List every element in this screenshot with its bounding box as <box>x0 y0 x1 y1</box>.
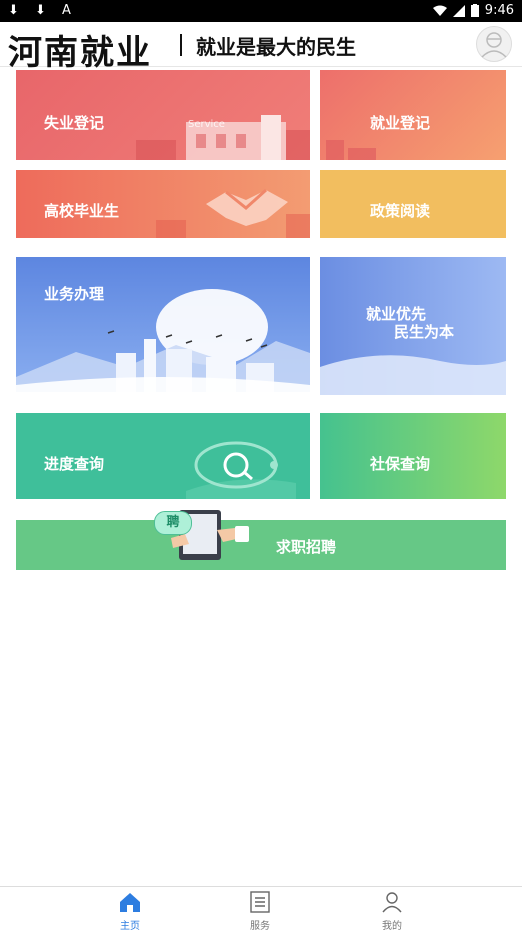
employment-label: 就业登记 <box>370 114 431 132</box>
home-icon <box>120 893 140 912</box>
blocks-illustration <box>156 214 310 238</box>
policy-reading-tile[interactable]: 政策阅读 <box>320 170 506 238</box>
nav-mine-label: 我的 <box>382 921 402 932</box>
user-avatar[interactable] <box>476 26 512 62</box>
social-security-tile[interactable]: 社保查询 <box>320 413 506 499</box>
business-label: 业务办理 <box>44 285 105 303</box>
wave-illustration <box>320 355 506 395</box>
document-list-icon <box>250 891 270 913</box>
app-header: 河南就业 就业是最大的民生 <box>0 22 522 73</box>
graduates-tile[interactable]: 高校毕业生 <box>16 170 310 238</box>
building-silhouette-illustration <box>326 140 376 160</box>
nav-services[interactable]: 服务 <box>230 891 290 932</box>
app-logo: 河南就业 <box>8 33 152 73</box>
clock: 9:46 <box>484 3 514 18</box>
header-slogan: 就业是最大的民生 <box>196 35 356 59</box>
nav-home[interactable]: 主页 <box>100 891 160 932</box>
service-building-illustration <box>136 115 310 160</box>
wifi-icon <box>432 5 447 16</box>
person-icon <box>382 892 402 913</box>
graduates-label: 高校毕业生 <box>44 202 120 220</box>
business-handling-tile[interactable]: 业务办理 <box>16 257 310 392</box>
magnifier-icon <box>186 441 296 499</box>
policy-label: 政策阅读 <box>370 202 431 220</box>
city-skyline-illustration <box>16 289 310 392</box>
user-icon <box>481 32 507 58</box>
status-bar: ⬇ ⬇ A 9:46 <box>0 0 522 22</box>
job-badge-text: 聘 <box>166 515 180 530</box>
job-badge: 聘 <box>154 511 192 535</box>
status-right: 9:46 <box>432 3 514 18</box>
header-divider <box>180 34 182 56</box>
unemployment-registration-tile[interactable]: Service 失业登记 <box>16 70 310 160</box>
signal-icon <box>452 4 465 17</box>
social-label: 社保查询 <box>370 455 431 473</box>
nav-services-label: 服务 <box>250 921 270 932</box>
job-search-tile[interactable]: 聘 求职招聘 <box>16 510 506 570</box>
jobs-label: 求职招聘 <box>276 538 337 556</box>
notification-icons: ⬇ ⬇ A <box>8 3 77 18</box>
nav-mine[interactable]: 我的 <box>362 891 422 932</box>
progress-query-tile[interactable]: 进度查询 <box>16 413 310 499</box>
progress-label: 进度查询 <box>44 455 105 473</box>
employment-registration-tile[interactable]: 就业登记 <box>320 70 506 160</box>
bottom-nav: 主页 服务 我的 <box>0 886 522 932</box>
employment-priority-tile[interactable]: 就业优先 民生为本 <box>320 257 506 395</box>
unemployment-label: 失业登记 <box>44 114 105 132</box>
battery-icon <box>470 4 479 17</box>
nav-home-label: 主页 <box>120 921 140 932</box>
service-word: Service <box>188 119 225 130</box>
priority-line2: 民生为本 <box>394 323 455 341</box>
